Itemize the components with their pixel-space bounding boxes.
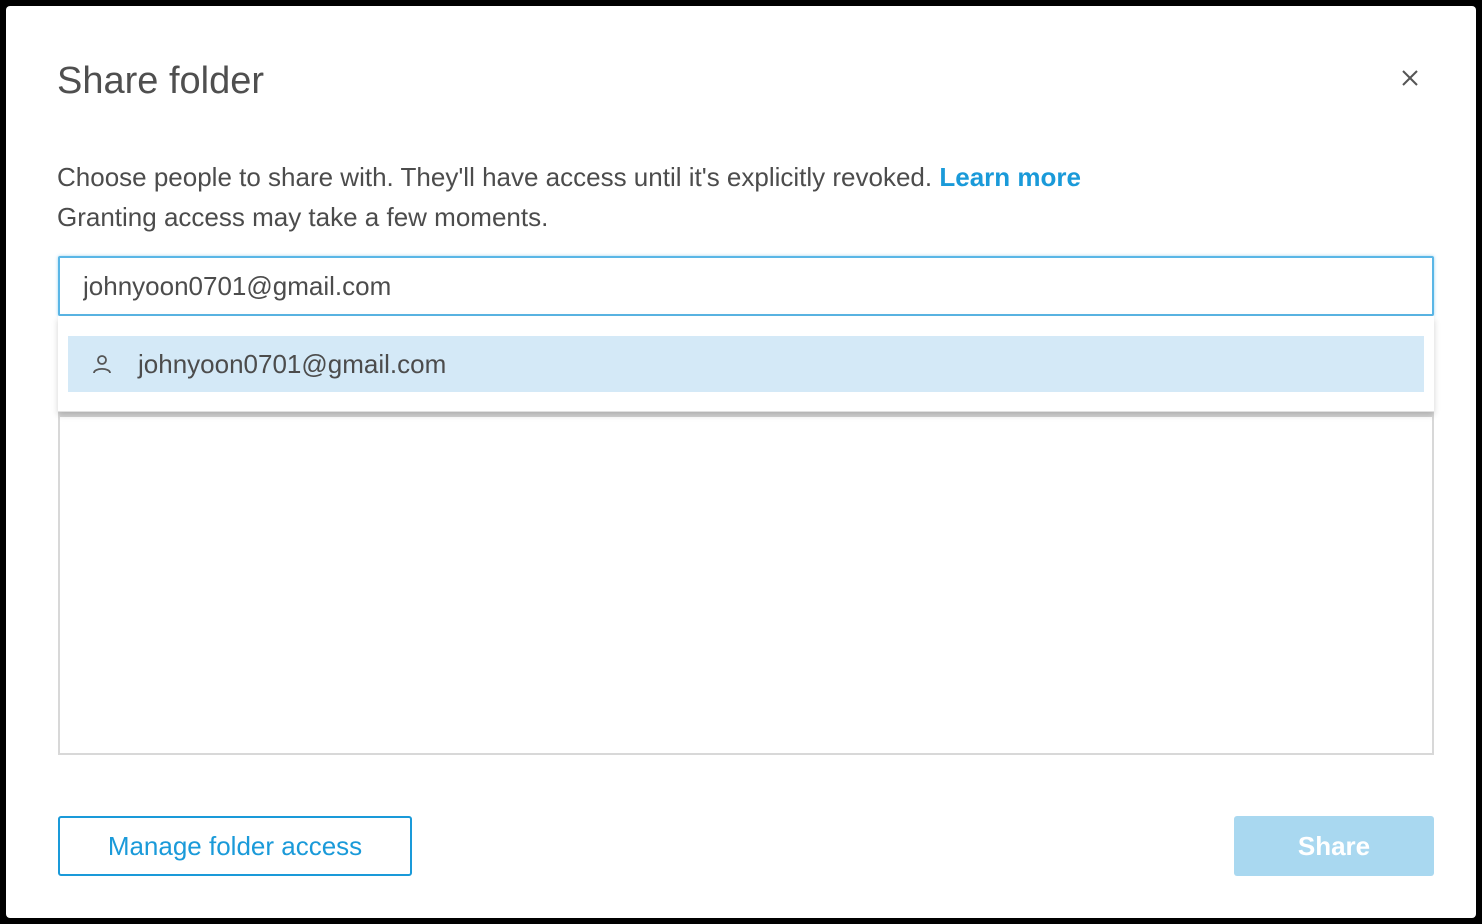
- description-text: Choose people to share with. They'll hav…: [57, 162, 933, 192]
- description-note: Granting access may take a few moments.: [57, 202, 549, 232]
- close-button[interactable]: [1390, 58, 1430, 98]
- suggestion-label: johnyoon0701@gmail.com: [138, 348, 447, 379]
- share-search-field[interactable]: [58, 256, 1434, 316]
- user-icon: [90, 352, 114, 376]
- suggestion-dropdown: johnyoon0701@gmail.com: [58, 316, 1434, 412]
- share-search-input[interactable]: [60, 258, 1432, 314]
- shared-users-list: [58, 412, 1434, 755]
- learn-more-link[interactable]: Learn more: [939, 162, 1081, 192]
- close-icon: [1402, 70, 1418, 86]
- share-button[interactable]: Share: [1234, 816, 1434, 876]
- dialog-title: Share folder: [57, 60, 265, 102]
- share-folder-dialog: Share folder Choose people to share with…: [6, 6, 1476, 918]
- suggestion-option[interactable]: johnyoon0701@gmail.com: [68, 336, 1424, 392]
- manage-folder-access-button[interactable]: Manage folder access: [58, 816, 412, 876]
- dialog-description: Choose people to share with. They'll hav…: [57, 157, 1357, 237]
